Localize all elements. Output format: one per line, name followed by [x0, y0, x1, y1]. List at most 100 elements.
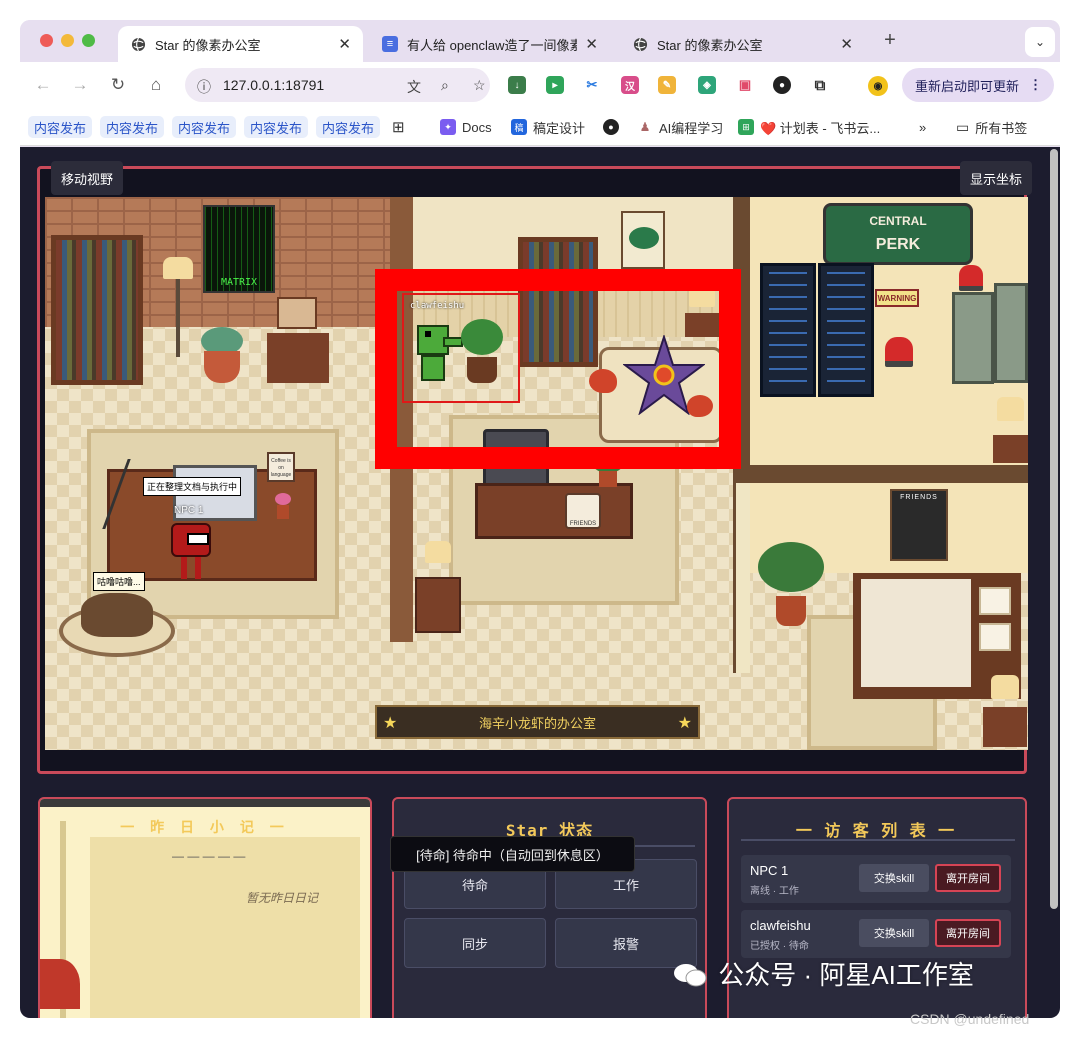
star-icon: ★ — [677, 715, 692, 732]
game-canvas[interactable]: MATRIX 正在整理文档与执行中 Coffee is on language … — [45, 197, 1028, 750]
highlight-box — [375, 269, 741, 469]
green-ext-icon[interactable]: ▸ — [546, 76, 564, 94]
friends-poster: FRIENDS — [890, 489, 948, 561]
npc-name-tag: NPC 1 — [174, 505, 204, 516]
update-label: 重新启动即可更新 — [915, 78, 1020, 94]
central-perk-sign: CENTRAL PERK — [823, 203, 973, 265]
forward-button[interactable]: → — [68, 73, 92, 97]
swap-skill-button[interactable]: 交换skill — [859, 919, 929, 947]
central-perk-sign-top: CENTRAL — [869, 214, 927, 228]
red-ext-icon[interactable]: ▣ — [736, 76, 754, 94]
floor-lamp — [163, 257, 193, 362]
star-bookmark-icon[interactable]: ☆ — [473, 77, 486, 94]
tab-star-office[interactable]: Star 的像素办公室 ✕ — [118, 26, 363, 62]
swap-skill-button[interactable]: 交换skill — [859, 864, 929, 892]
sync-button[interactable]: 同步 — [404, 918, 546, 968]
side-lamp-bottom — [415, 541, 461, 637]
bookmark-gaoding[interactable]: 稿 稿定设计 — [511, 116, 585, 138]
bookmark-content-4[interactable]: 内容发布 — [244, 116, 309, 138]
move-view-button[interactable]: 移动视野 — [51, 161, 124, 195]
reload-button[interactable]: ↻ — [106, 73, 130, 97]
matrix-poster: MATRIX — [203, 205, 275, 293]
minimize-window-button[interactable] — [61, 34, 74, 47]
friends-sign — [621, 211, 665, 269]
bookmark-content-3[interactable]: 内容发布 — [172, 116, 237, 138]
layers-ext-icon[interactable]: ◈ — [698, 76, 716, 94]
kebab-menu-icon[interactable]: ⋮ — [1029, 77, 1042, 93]
yellow-ext-icon[interactable]: ✎ — [658, 76, 676, 94]
close-icon[interactable]: ✕ — [338, 35, 351, 53]
address-text: 127.0.0.1:18791 — [223, 77, 325, 93]
filing-cabinet-2 — [994, 283, 1028, 383]
scissors-ext-icon[interactable]: ✂ — [583, 76, 601, 94]
visitor-status: 离线 · 工作 — [750, 886, 799, 897]
bookmark-content-1[interactable]: 内容发布 — [28, 116, 93, 138]
diary-panel: 一 昨 日 小 记 一 — — — — — 暂无昨日日记 — [38, 797, 372, 1018]
server-rack-1 — [760, 263, 816, 397]
info-icon[interactable]: ⓘ — [197, 77, 211, 97]
page-scrollbar[interactable] — [1050, 149, 1058, 909]
bookmark-label: 所有书签 — [975, 120, 1028, 136]
profile-avatar-icon[interactable]: ◉ — [868, 76, 888, 96]
alarm-light-icon — [885, 337, 913, 367]
toolbar: ← → ↻ ⌂ ⓘ 127.0.0.1:18791 文 ⌕ ☆ ↓ ▸ ✂ 汉 … — [20, 62, 1060, 108]
diary-empty-text: 暂无昨日日记 — [246, 891, 319, 905]
tab-search-button[interactable]: ⌄ — [1025, 27, 1055, 57]
tab-label: Star 的像素办公室 — [657, 37, 763, 53]
friends-mug: FRIENDS — [565, 493, 601, 529]
bookmark-content-5[interactable]: 内容发布 — [316, 116, 381, 138]
folder-icon: ▭ — [956, 118, 970, 135]
central-perk-sign-bottom: PERK — [875, 236, 921, 253]
bookmark-label: Docs — [462, 119, 492, 135]
gaoding-icon: 稿 — [511, 119, 527, 135]
github-ext-icon[interactable]: ● — [773, 76, 791, 94]
bookmark-label: AI编程学习 — [659, 120, 724, 136]
bookmark-plan[interactable]: ⊞ ❤️ 计划表 - 飞书云... — [738, 116, 880, 138]
apps-grid-icon[interactable]: ⊞ — [392, 116, 405, 138]
tab-label: Star 的像素办公室 — [155, 37, 261, 53]
close-icon[interactable]: ✕ — [585, 35, 598, 53]
leave-room-button[interactable]: 离开房间 — [935, 919, 1001, 947]
puzzle-ext-icon[interactable]: ⧉ — [811, 76, 829, 94]
bookmark-github[interactable]: ● — [603, 116, 625, 138]
zoom-icon[interactable]: ⌕ — [441, 77, 449, 94]
back-button[interactable]: ← — [31, 73, 55, 97]
bookmark-docs[interactable]: ✦ Docs — [440, 116, 492, 138]
tab-strip: Star 的像素办公室 ✕ ≡ 有人给 openclaw造了一间像素 ✕ Sta… — [20, 20, 1060, 62]
tab-article[interactable]: ≡ 有人给 openclaw造了一间像素 ✕ — [370, 26, 610, 62]
pink-ext-icon[interactable]: 汉 — [621, 76, 639, 94]
bookmark-content-2[interactable]: 内容发布 — [100, 116, 165, 138]
new-tab-button[interactable]: + — [878, 28, 902, 52]
side-lamp-right — [993, 397, 1028, 463]
all-bookmarks[interactable]: ▭ 所有书签 — [956, 116, 1027, 138]
download-ext-icon[interactable]: ↓ — [508, 76, 526, 94]
visitor-row: clawfeishu 已授权 · 待命 交换skill 离开房间 — [741, 910, 1011, 958]
star-icon: ★ — [383, 715, 398, 732]
npc-character[interactable] — [169, 523, 213, 583]
docs-icon: ≡ — [382, 36, 398, 52]
globe-icon — [632, 36, 648, 52]
alarm-light-top-icon — [959, 265, 983, 291]
translate-icon[interactable]: 文 — [407, 77, 421, 97]
tab-star-office-2[interactable]: Star 的像素办公室 ✕ — [620, 26, 865, 62]
home-button[interactable]: ⌂ — [144, 73, 168, 97]
close-icon[interactable]: ✕ — [840, 35, 853, 53]
address-bar[interactable]: ⓘ 127.0.0.1:18791 文 ⌕ ☆ — [185, 68, 490, 102]
bookmark-ai-learning[interactable]: ♟ AI编程学习 — [637, 116, 724, 138]
bookshelf-left — [51, 235, 143, 385]
close-window-button[interactable] — [40, 34, 53, 47]
warning-sign: WARNING — [875, 289, 919, 307]
status-toast: [待命] 待命中（自动回到休息区） — [390, 836, 635, 872]
coffee-mug: Coffee is on language — [267, 452, 295, 482]
bookmarks-overflow-button[interactable]: » — [919, 116, 926, 138]
room-name-banner: ★ 海辛小龙虾的办公室 ★ — [375, 705, 700, 739]
filing-cabinet-1 — [952, 292, 994, 384]
update-button[interactable]: 重新启动即可更新 ⋮ — [902, 68, 1054, 102]
docs-app-icon: ✦ — [440, 119, 456, 135]
counter — [475, 483, 633, 539]
flower-pot — [273, 493, 293, 521]
leave-room-button[interactable]: 离开房间 — [935, 864, 1001, 892]
zoom-window-button[interactable] — [82, 34, 95, 47]
game-frame: MATRIX 正在整理文档与执行中 Coffee is on language … — [37, 161, 1032, 774]
show-coords-button[interactable]: 显示坐标 — [959, 161, 1032, 195]
